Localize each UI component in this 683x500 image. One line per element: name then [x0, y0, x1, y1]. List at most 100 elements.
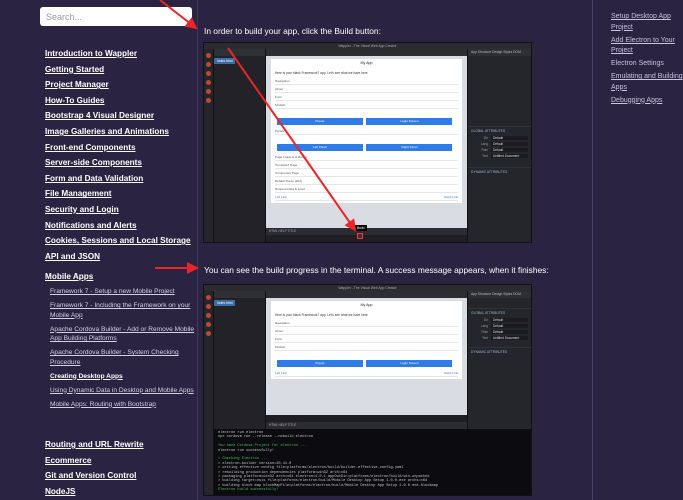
canvas-title: My App: [271, 301, 462, 309]
subnav-link-f7-setup[interactable]: Framework 7 - Setup a new Mobile Project: [50, 287, 198, 297]
terminal-panel: electron run electron npx cordova run --…: [214, 429, 531, 495]
sidebar-nav: Introduction to Wappler Getting Started …: [45, 46, 195, 264]
toc-link-debugging[interactable]: Debugging Apps: [611, 96, 683, 107]
subnav-link-routing-bootstrap[interactable]: Mobile Apps: Routing with Bootstrap: [50, 400, 198, 410]
table-of-contents: Setup Desktop App Project Add Electron t…: [592, 0, 683, 500]
editor-bottom-bar: HTML HELP TITLE: [266, 422, 467, 429]
file-tree-panel: index.html: [214, 291, 266, 429]
article-content: In order to build your app, click the Bu…: [198, 0, 592, 500]
popup-button: Popup: [276, 117, 363, 125]
nav-link-mobile-apps[interactable]: Mobile Apps: [45, 272, 93, 281]
section-page-loaders: Page Loaders & Router: [275, 153, 458, 161]
subnav-link-cordova-platforms[interactable]: Apache Cordova Builder - Add or Remove M…: [50, 325, 198, 344]
nav-link-form-validation[interactable]: Form and Data Validation: [45, 171, 195, 187]
row-default-route: Default Route (404): [275, 177, 458, 185]
attr-value: Untitled Document: [491, 336, 528, 340]
nav-link-nodejs[interactable]: NodeJS: [45, 484, 144, 500]
nav-link-front-end-components[interactable]: Front-end Components: [45, 140, 195, 156]
sidebar-nav-bottom: Routing and URL Rewrite Ecommerce Git an…: [45, 437, 144, 499]
attr-value: Default: [491, 318, 528, 322]
nav-link-security-login[interactable]: Security and Login: [45, 202, 195, 218]
nav-link-bootstrap-designer[interactable]: Bootstrap 4 Visual Designer: [45, 108, 195, 124]
subnav-link-f7-include[interactable]: Framework 7 - Including the Framework on…: [50, 301, 198, 320]
right-link: Right Link: [444, 370, 458, 375]
build-icon: [357, 233, 363, 239]
attr-key: Lang: [480, 142, 488, 146]
nav-link-getting-started[interactable]: Getting Started: [45, 62, 195, 78]
row-about: About: [275, 327, 458, 335]
design-toolbar: [266, 291, 467, 298]
row-form: Form: [275, 335, 458, 343]
app-sidebar-icons: [204, 49, 214, 242]
left-panel-button: Left Panel: [276, 143, 363, 151]
row-template7: Template7 Page: [275, 161, 458, 169]
subnav-link-dynamic-data[interactable]: Using Dynamic Data in Desktop and Mobile…: [50, 386, 198, 396]
toc-link-settings[interactable]: Electron Settings: [611, 59, 683, 70]
paragraph-build-instructions: In order to build your app, click the Bu…: [204, 26, 381, 36]
attr-value: Default: [491, 142, 528, 146]
screenshot-build-button: Wappler - The Visual Web App Creator ind…: [203, 42, 532, 243]
section-navigation: Navigation: [275, 319, 458, 327]
file-tree-panel: index.html: [214, 49, 266, 242]
design-canvas: My App Here is your blank Framework7 app…: [266, 298, 467, 415]
section-panels: Panels: [275, 127, 458, 135]
screenshot-build-terminal: Wappler - The Visual Web App Creator ind…: [203, 284, 532, 496]
attr-key: Text: [482, 154, 488, 158]
nav-link-how-to-guides[interactable]: How-To Guides: [45, 93, 195, 109]
attr-value: Untitled Document: [491, 154, 528, 158]
section-navigation: Navigation: [275, 77, 458, 85]
design-toolbar: [266, 49, 467, 56]
nav-link-api-json[interactable]: API and JSON: [45, 249, 195, 265]
canvas-title: My App: [271, 59, 462, 67]
nav-link-routing[interactable]: Routing and URL Rewrite: [45, 437, 144, 453]
subnav-link-creating-desktop-apps[interactable]: Creating Desktop Apps: [50, 372, 198, 382]
right-link: Right Link: [444, 194, 458, 199]
paragraph-build-progress: You can see the build progress in the te…: [204, 265, 549, 275]
file-tab: index.html: [214, 58, 236, 64]
attr-key: Dir: [483, 318, 488, 322]
attr-key: Dir: [483, 136, 488, 140]
toc-link-setup[interactable]: Setup Desktop App Project: [611, 12, 683, 33]
attr-value: Default: [491, 148, 528, 152]
left-link: Left Link: [275, 194, 287, 199]
nav-link-image-galleries[interactable]: Image Galleries and Animations: [45, 124, 195, 140]
section-modals: Modals: [275, 343, 458, 351]
design-canvas: My App Here is your blank Framework7 app…: [266, 56, 467, 228]
properties-tabs: App Structure Design Styles DOM: [468, 49, 531, 56]
popup-button: Popup: [276, 359, 363, 367]
dynamic-attributes-header: DYNAMIC ATTRIBUTES: [468, 347, 531, 356]
global-attributes-header: GLOBAL ATTRIBUTES: [468, 308, 531, 317]
row-request-data: Request Data & Load: [275, 185, 458, 193]
file-tab: index.html: [214, 300, 236, 306]
intro-text: Here is your blank Framework7 app. Let's…: [275, 71, 369, 75]
subnav-link-cordova-check[interactable]: Apache Cordova Builder - System Checking…: [50, 348, 198, 367]
right-panel-button: Right Panel: [366, 143, 453, 151]
nav-link-introduction[interactable]: Introduction to Wappler: [45, 46, 195, 62]
attr-value: Default: [491, 324, 528, 328]
row-form: Form: [275, 93, 458, 101]
build-tooltip: Build: [355, 225, 367, 231]
attr-key: Lang: [480, 324, 488, 328]
login-screen-button: Login Screen: [366, 359, 453, 367]
app-sidebar-icons: [204, 291, 214, 495]
nav-link-git[interactable]: Git and Version Control: [45, 468, 144, 484]
nav-link-ecommerce[interactable]: Ecommerce: [45, 453, 144, 469]
left-link: Left Link: [275, 370, 287, 375]
attr-key: Role: [481, 330, 488, 334]
section-modals: Modals: [275, 101, 458, 109]
search-input[interactable]: [40, 7, 192, 26]
nav-link-project-manager[interactable]: Project Manager: [45, 77, 195, 93]
attr-value: Default: [491, 136, 528, 140]
row-about: About: [275, 85, 458, 93]
nav-link-cookies-sessions[interactable]: Cookies, Sessions and Local Storage: [45, 233, 195, 249]
terminal-success-line: Electron build successfully!: [218, 488, 279, 493]
toc-link-add-electron[interactable]: Add Electron to Your Project: [611, 36, 683, 57]
global-attributes-header: GLOBAL ATTRIBUTES: [468, 126, 531, 135]
intro-text: Here is your blank Framework7 app. Let's…: [275, 313, 369, 317]
nav-link-notifications[interactable]: Notifications and Alerts: [45, 218, 195, 234]
toc-link-emulating[interactable]: Emulating and Building Apps: [611, 72, 683, 93]
nav-link-file-management[interactable]: File Management: [45, 186, 195, 202]
login-screen-button: Login Screen: [366, 117, 453, 125]
mobile-apps-subnav: Framework 7 - Setup a new Mobile Project…: [50, 287, 198, 414]
nav-link-server-side-components[interactable]: Server-side Components: [45, 155, 195, 171]
